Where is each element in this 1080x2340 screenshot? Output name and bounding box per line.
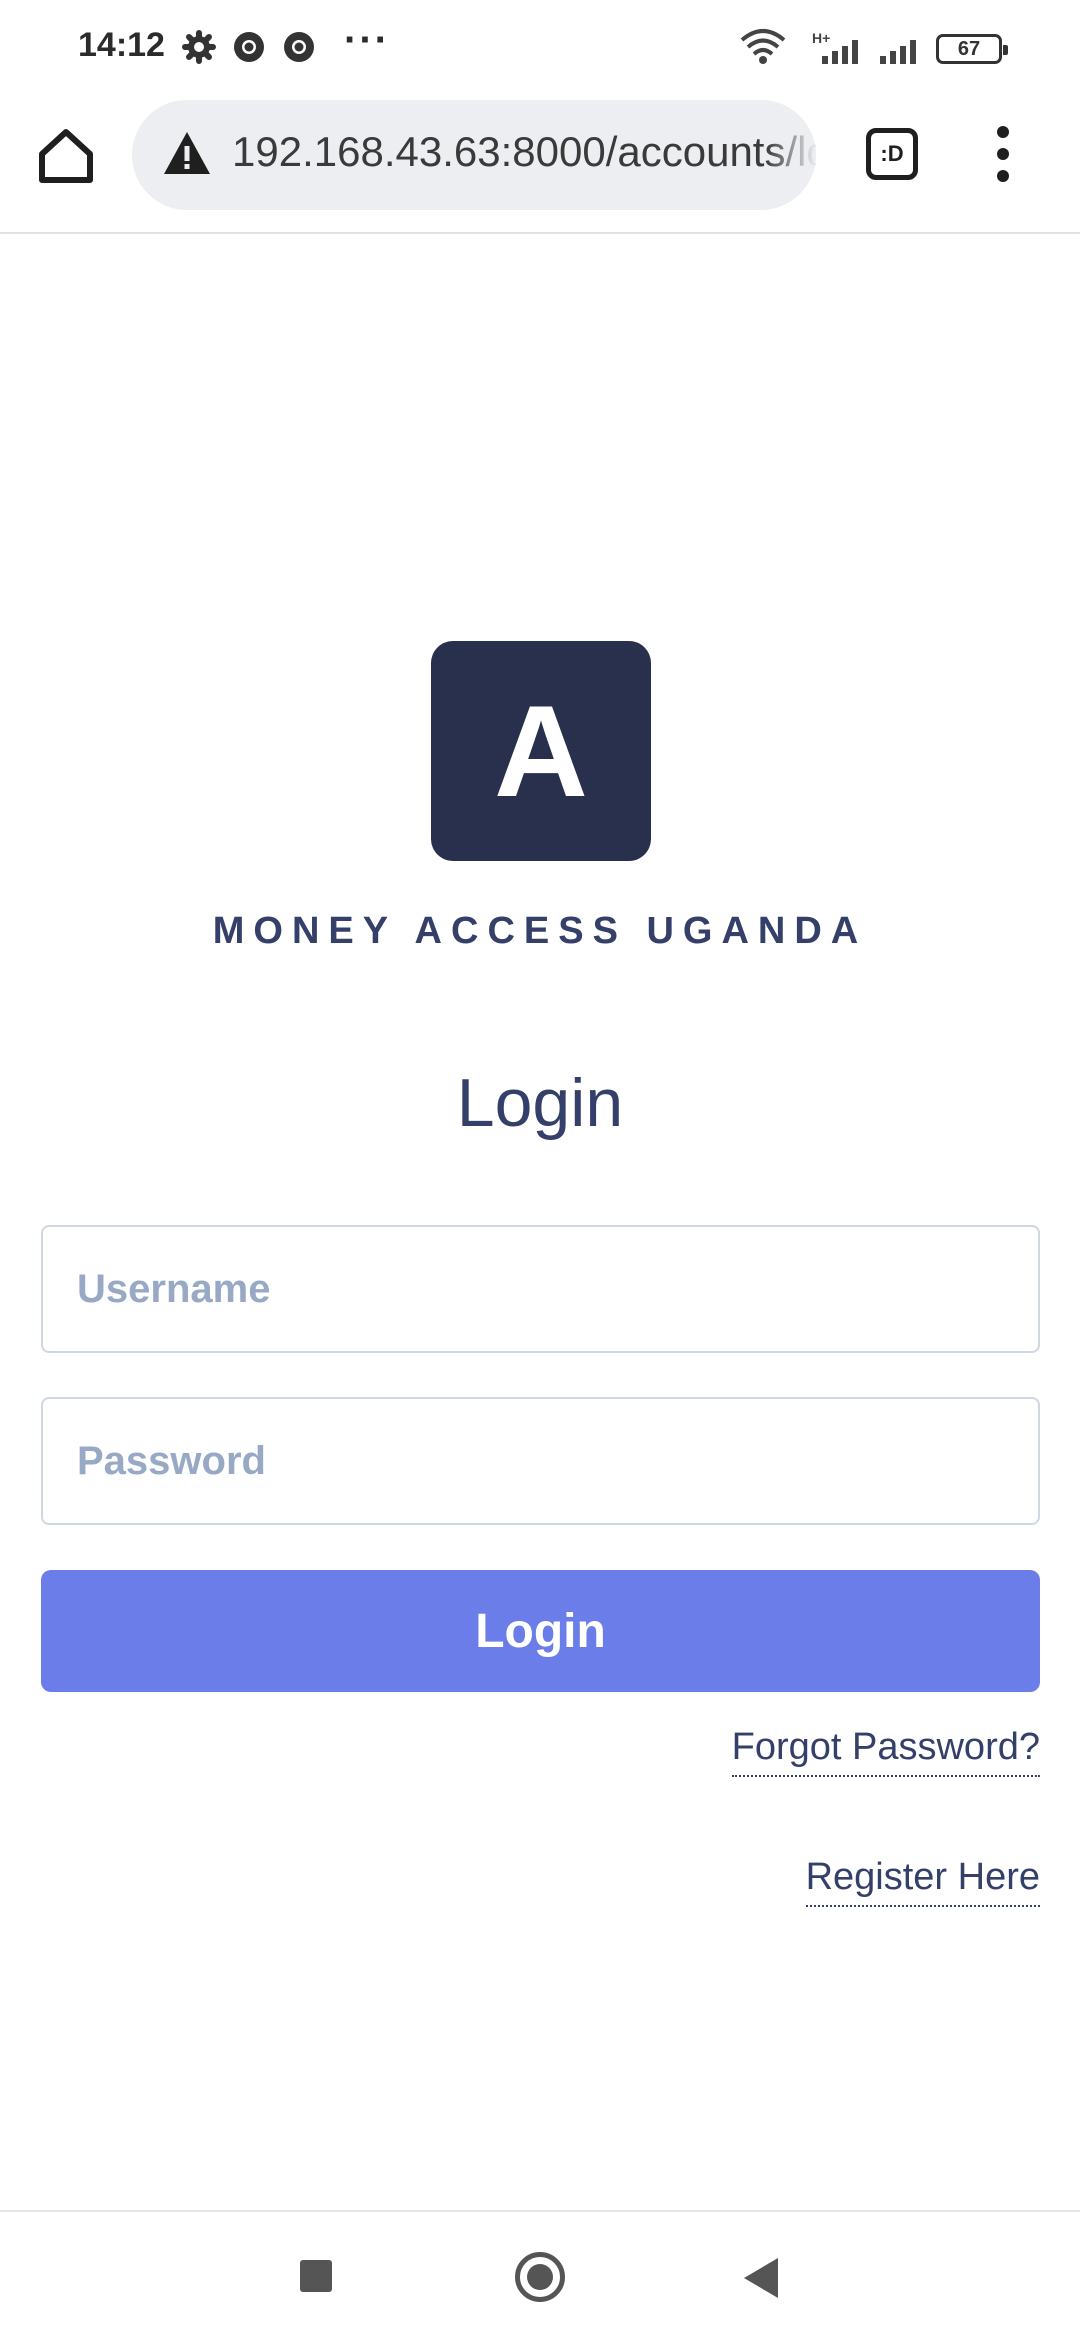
- settings-icon: [182, 30, 216, 64]
- signal-icon: [880, 40, 916, 64]
- menu-icon[interactable]: [986, 126, 1022, 182]
- password-input[interactable]: [41, 1397, 1040, 1525]
- status-time: 14:12: [78, 26, 165, 64]
- brand-name: MONEY ACCESS UGANDA: [212, 910, 868, 952]
- url-fade: [766, 100, 816, 210]
- browser-toolbar: 192.168.43.63:8000/accounts/login/ :D: [0, 96, 1080, 234]
- chrome-icon: [234, 32, 264, 62]
- username-input[interactable]: [41, 1225, 1040, 1353]
- register-link[interactable]: Register Here: [805, 1856, 1040, 1907]
- status-bar: 14:12 ··· H+ 67: [0, 0, 1080, 96]
- page-title: Login: [456, 1065, 624, 1141]
- more-notifications-icon: ···: [344, 18, 390, 62]
- wifi-icon: [740, 29, 786, 64]
- nav-back-icon[interactable]: [744, 2258, 778, 2298]
- warning-icon[interactable]: [162, 130, 212, 176]
- nav-home-icon[interactable]: [515, 2252, 565, 2302]
- nav-recents-icon[interactable]: [300, 2260, 332, 2292]
- app-logo: A: [431, 641, 651, 861]
- forgot-password-link[interactable]: Forgot Password?: [731, 1726, 1040, 1777]
- login-button[interactable]: Login: [41, 1570, 1040, 1692]
- address-bar[interactable]: 192.168.43.63:8000/accounts/login/: [132, 100, 816, 210]
- signal-icon: [822, 40, 858, 64]
- battery-icon: 67: [936, 34, 1008, 64]
- url-text[interactable]: 192.168.43.63:8000/accounts/login/: [232, 128, 816, 176]
- navigation-bar: [0, 2210, 1080, 2340]
- home-icon[interactable]: [34, 124, 98, 188]
- tabs-icon[interactable]: :D: [866, 128, 918, 180]
- chrome-icon: [284, 32, 314, 62]
